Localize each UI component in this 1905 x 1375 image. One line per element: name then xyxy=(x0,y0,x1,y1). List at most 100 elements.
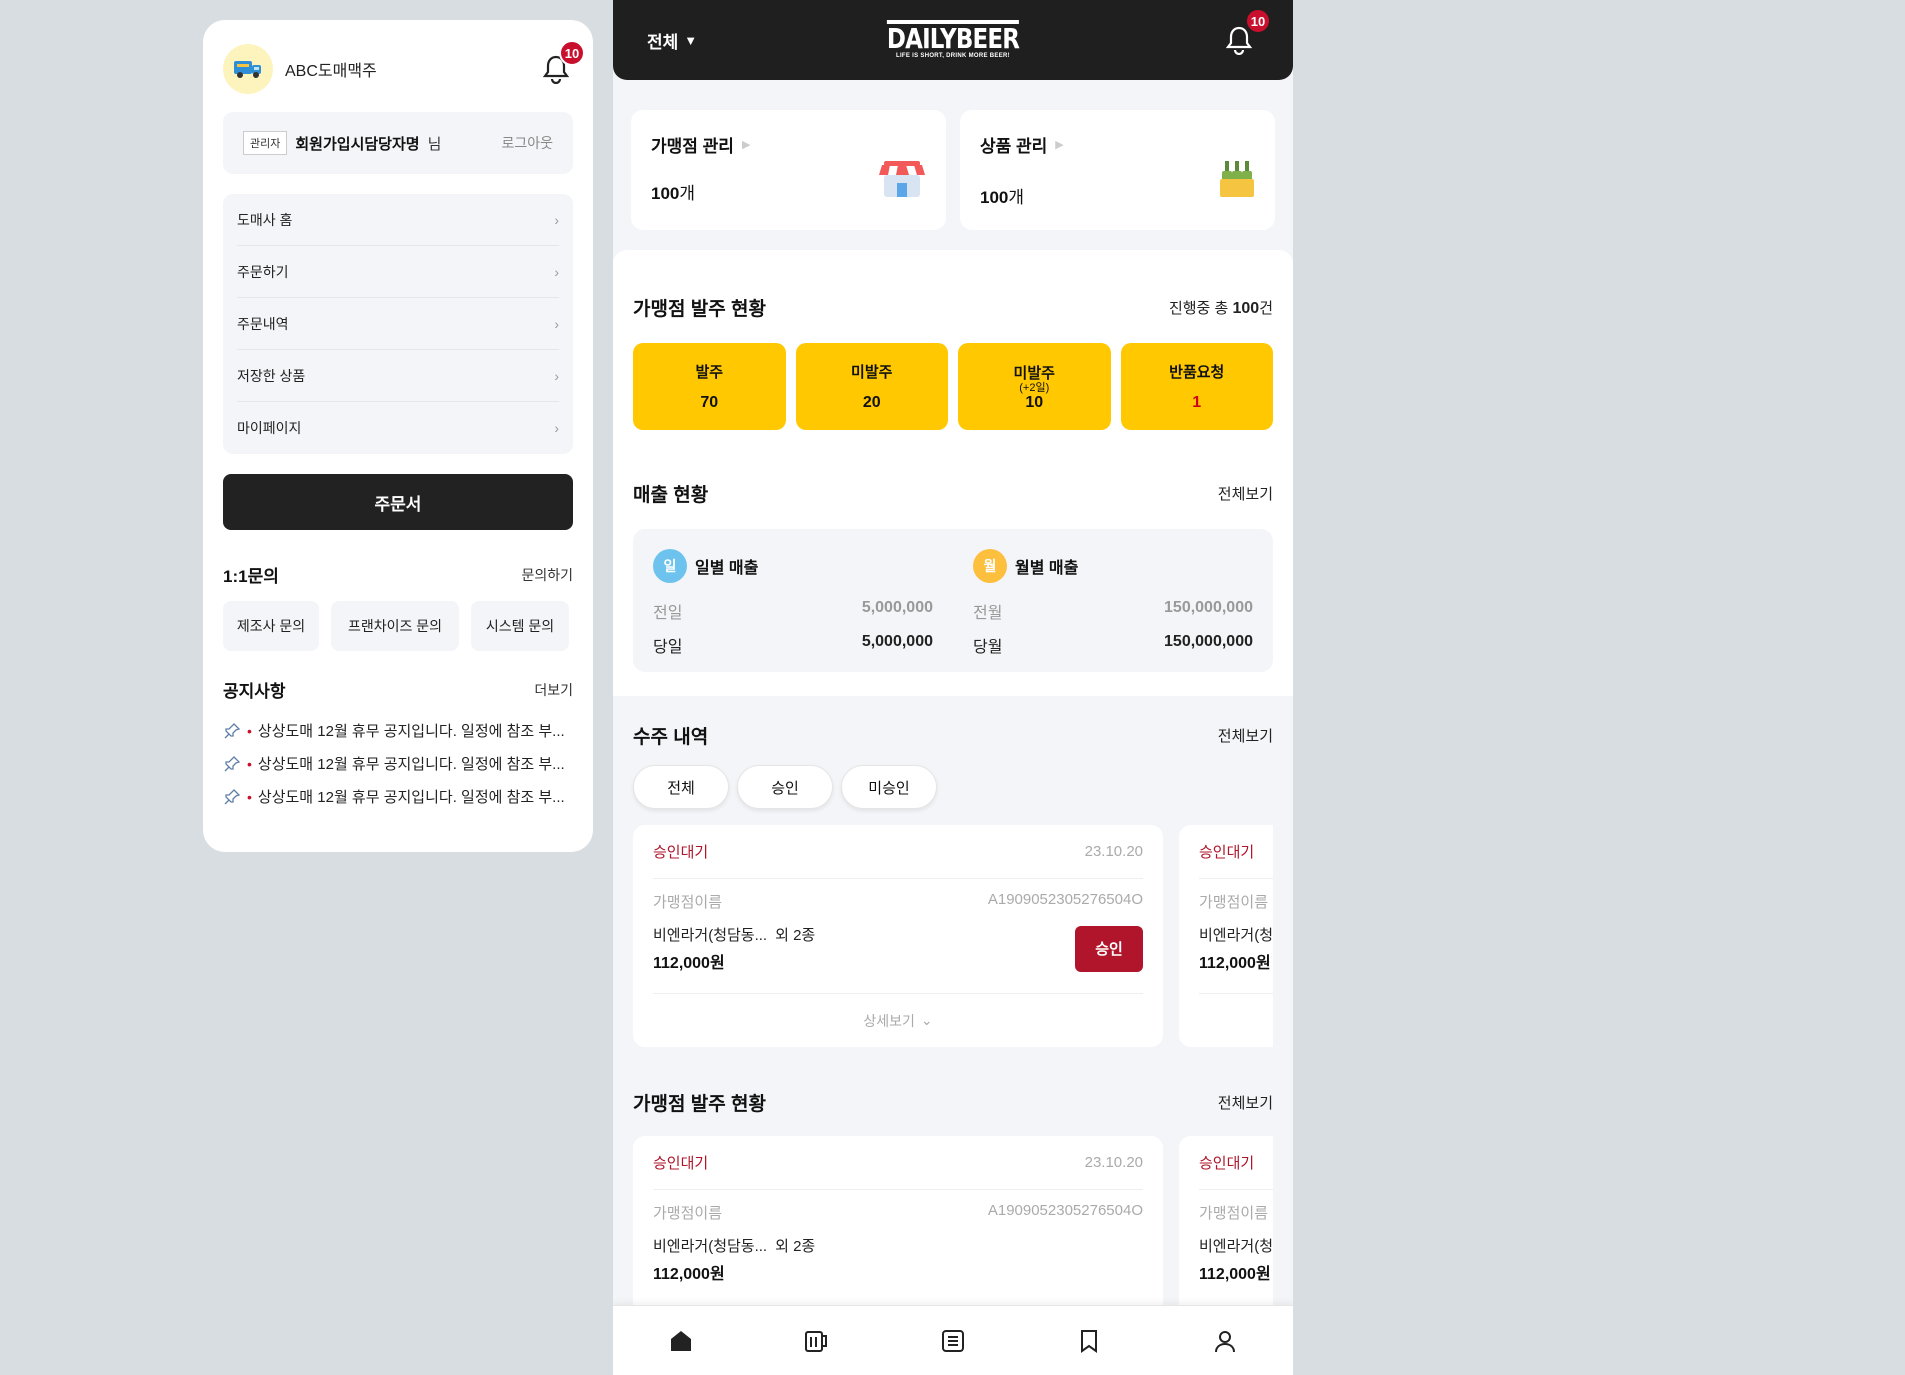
nav-saved[interactable] xyxy=(1069,1321,1109,1361)
list-icon xyxy=(942,1329,964,1352)
notification-badge: 10 xyxy=(559,40,585,66)
stat-value: 100 xyxy=(980,188,1009,207)
monthly-badge: 월 xyxy=(973,549,1007,583)
menu-item-label: 도매사 홈 xyxy=(237,211,293,228)
menu-item-label: 마이페이지 xyxy=(237,420,302,436)
order-price: 112,000원 xyxy=(653,1266,725,1283)
beer-mug-icon xyxy=(805,1330,827,1352)
caret-down-icon: ▼ xyxy=(684,32,698,48)
franchise-inquiry-button[interactable]: 프랜차이즈 문의 xyxy=(331,601,459,651)
order-status: 승인대기 xyxy=(653,844,709,861)
daily-sales-label: 일별 매출 xyxy=(695,560,759,577)
status-box-value: 70 xyxy=(700,394,719,411)
nav-products[interactable] xyxy=(797,1321,837,1361)
received-orders-carousel[interactable]: 승인대기 23.10.20 가맹점이름 A1909052305276504O 비엔라… xyxy=(633,825,1273,1047)
status-box-value: 10 xyxy=(1025,393,1044,411)
nav-orders[interactable] xyxy=(933,1321,973,1361)
menu-item-mypage[interactable]: 마이페이지 › xyxy=(237,402,559,454)
today-value: 5,000,000 xyxy=(861,633,933,650)
home-icon xyxy=(671,1330,691,1351)
notice-more-link[interactable]: 더보기 xyxy=(534,680,573,700)
daily-sales: 일 일별 매출 전일 5,000,000 당일 5,000,000 xyxy=(653,549,933,672)
order-sheet-button[interactable]: 주문서 xyxy=(223,474,573,530)
product-management-card[interactable]: 상품 관리 ▶ 100개 xyxy=(960,110,1275,230)
order-status-boxes: 발주 70 미발주 20 미발주 (+2일) 10 반품요청 1 xyxy=(633,343,1273,430)
stat-title: 가맹점 관리 xyxy=(651,137,734,156)
pin-icon xyxy=(224,722,241,738)
store-management-card[interactable]: 가맹점 관리 ▶ 100개 xyxy=(631,110,946,230)
truck-icon xyxy=(223,44,273,94)
store-orders-view-all-link[interactable]: 전체보기 xyxy=(1218,1092,1273,1113)
status-box-ordered[interactable]: 발주 70 xyxy=(633,343,786,430)
menu-item-label: 저장한 상품 xyxy=(237,367,306,384)
menu-item-label: 주문내역 xyxy=(237,315,289,332)
store-name: 가맹점이름 xyxy=(653,894,723,911)
status-box-value: 1 xyxy=(1192,394,1202,411)
user-name: 회원가입시담당자명 xyxy=(295,135,420,153)
filter-unapproved[interactable]: 미승인 xyxy=(841,765,937,809)
status-box-not-ordered-2days[interactable]: 미발주 (+2일) 10 xyxy=(958,343,1111,430)
this-month-label: 당월 xyxy=(973,639,1003,656)
menu-item-order[interactable]: 주문하기 › xyxy=(237,246,559,298)
prev-month-label: 전월 xyxy=(973,605,1003,622)
scope-selector[interactable]: 전체 ▼ xyxy=(647,28,697,53)
order-number: A1909052305276504O xyxy=(987,1202,1143,1219)
total-prefix: 진행중 총 xyxy=(1168,300,1233,317)
nav-home[interactable] xyxy=(661,1321,701,1361)
approve-button[interactable]: 승인 xyxy=(1075,925,1143,972)
bullet-dot: • xyxy=(247,755,252,772)
sales-view-all-link[interactable]: 전체보기 xyxy=(1218,483,1273,504)
order-card[interactable]: 승인대기 23.10.20 가맹점이름 A1909052305276504O 비엔라… xyxy=(633,825,1163,1047)
filter-all[interactable]: 전체 xyxy=(633,765,729,809)
details-toggle[interactable]: 상세보기 ⌄ xyxy=(653,993,1143,1047)
order-card[interactable]: 승인대기 가맹점이름 비엔라거(청 112,000원 xyxy=(1179,825,1273,1047)
status-box-return-request[interactable]: 반품요청 1 xyxy=(1120,343,1273,430)
product-name: 비엔라거(청담동... xyxy=(653,927,768,944)
order-status-header: 가맹점 발주 현황 진행중 총 100건 xyxy=(633,250,1273,321)
system-inquiry-button[interactable]: 시스템 문의 xyxy=(471,601,569,651)
bullet-dot: • xyxy=(247,788,252,805)
role-tag: 관리자 xyxy=(243,131,288,155)
menu-item-saved-products[interactable]: 저장한 상품 › xyxy=(237,350,559,402)
logout-link[interactable]: 로그아웃 xyxy=(501,133,553,153)
triangle-right-icon: ▶ xyxy=(1055,139,1064,151)
nav-mypage[interactable] xyxy=(1205,1321,1245,1361)
daily-badge: 일 xyxy=(653,549,687,583)
bookmark-icon xyxy=(1081,1329,1097,1353)
stat-cards: 가맹점 관리 ▶ 100개 상품 관리 ▶ 100개 xyxy=(613,80,1293,250)
brand: ABC도매맥주 xyxy=(223,44,377,94)
status-box-label: 미발주 xyxy=(851,364,893,381)
status-box-not-ordered[interactable]: 미발주 20 xyxy=(795,343,948,430)
order-card[interactable]: 승인대기 가맹점이름 비엔라거(청 112,000원 xyxy=(1179,1136,1273,1318)
notice-text: 상상도매 12월 휴무 공지입니다. 일정에 참조 부... xyxy=(257,789,565,806)
notice-item[interactable]: • 상상도매 12월 휴무 공지입니다. 일정에 참조 부... xyxy=(223,747,573,780)
notice-item[interactable]: • 상상도매 12월 휴무 공지입니다. 일정에 참조 부... xyxy=(223,780,573,813)
manufacturer-inquiry-button[interactable]: 제조사 문의 xyxy=(223,601,319,651)
filter-approved[interactable]: 승인 xyxy=(737,765,833,809)
stat-unit: 개 xyxy=(1008,188,1025,207)
menu-item-order-history[interactable]: 주문내역 › xyxy=(237,298,559,350)
top-bar: 전체 ▼ DAILYBEER LIFE IS SHORT, DRINK MORE… xyxy=(613,0,1293,80)
total-value: 100 xyxy=(1232,300,1260,317)
store-orders-carousel[interactable]: 승인대기 23.10.20 가맹점이름 A1909052305276504O 비엔라… xyxy=(633,1136,1273,1318)
monthly-sales-label: 월별 매출 xyxy=(1015,560,1079,577)
inquiry-header: 1:1문의 문의하기 xyxy=(223,562,573,587)
order-card[interactable]: 승인대기 23.10.20 가맹점이름 A1909052305276504O 비엔라… xyxy=(633,1136,1163,1318)
bullet-dot: • xyxy=(247,722,252,739)
store-name: 가맹점이름 xyxy=(1199,894,1269,911)
chevron-right-icon: › xyxy=(554,211,559,228)
order-status: 승인대기 xyxy=(1199,1155,1255,1172)
received-orders-view-all-link[interactable]: 전체보기 xyxy=(1218,725,1273,746)
menu-item-wholesale-home[interactable]: 도매사 홈 › xyxy=(237,194,559,246)
prev-day-label: 전일 xyxy=(653,605,683,622)
side-drawer: ABC도매맥주 10 관리자 회원가입시담당자명 님 로그아웃 도매사 홈 › 주… xyxy=(203,20,593,852)
inquiry-link[interactable]: 문의하기 xyxy=(521,565,573,585)
order-price: 112,000원 xyxy=(1199,1266,1271,1283)
chevron-down-icon: ⌄ xyxy=(920,1012,933,1028)
notice-item[interactable]: • 상상도매 12월 휴무 공지입니다. 일정에 참조 부... xyxy=(223,714,573,747)
pin-icon xyxy=(224,788,241,804)
chevron-right-icon: › xyxy=(554,420,559,436)
notification-button[interactable]: 10 xyxy=(1219,8,1271,60)
store-name: 가맹점이름 xyxy=(653,1205,723,1222)
notification-button[interactable]: 10 xyxy=(539,40,585,86)
